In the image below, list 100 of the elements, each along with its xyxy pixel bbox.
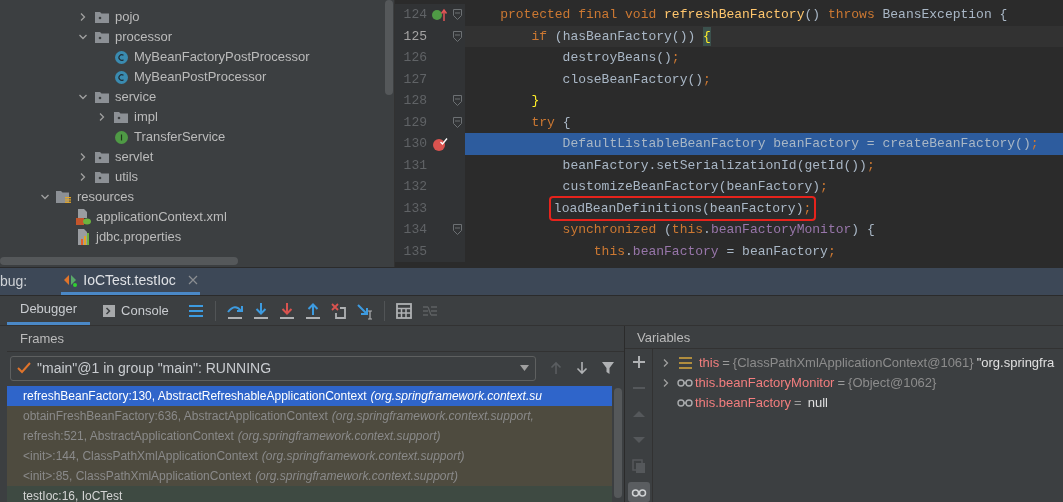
fold-marker-icon[interactable] xyxy=(453,9,462,21)
variable-value: null xyxy=(807,394,828,413)
code-token: ( xyxy=(664,221,672,239)
fold-marker-icon[interactable] xyxy=(453,30,462,42)
tree-item[interactable]: pojo xyxy=(115,7,140,27)
scrollbar-thumb[interactable] xyxy=(385,0,393,95)
tree-item[interactable]: MyBeanFactoryPostProcessor xyxy=(134,47,310,67)
code-token: this xyxy=(671,221,704,239)
console-icon xyxy=(103,304,116,317)
code-token: protected final void xyxy=(499,6,658,24)
equals-sign: = xyxy=(837,374,846,393)
code-token: beanFactory.setSerializationId(getId()) xyxy=(561,156,867,175)
tree-item[interactable]: servlet xyxy=(115,147,154,167)
chevron-down-icon[interactable] xyxy=(78,92,88,102)
code-token: DefaultListableBeanFactory beanFactory = createBeanFactory() xyxy=(561,135,1031,153)
watch-icon xyxy=(677,398,693,408)
code-token: if xyxy=(530,27,548,46)
watch-icon xyxy=(677,378,693,388)
chevron-right-icon[interactable] xyxy=(78,152,88,162)
calculator-icon[interactable] xyxy=(393,301,414,320)
folder-icon xyxy=(95,151,109,163)
code-token: = beanFactory xyxy=(725,242,828,261)
tree-item[interactable]: jdbc.properties xyxy=(96,227,182,247)
tree-item[interactable]: resources xyxy=(77,187,135,207)
filter-icon[interactable] xyxy=(600,360,616,376)
panel-title: Variables xyxy=(637,328,691,347)
thread-dropdown[interactable]: "main"@1 in group "main": RUNNING xyxy=(10,355,536,381)
panel-title: Frames xyxy=(20,329,65,348)
scrollbar-thumb[interactable] xyxy=(614,388,622,498)
code-token: refreshBeanFactory xyxy=(664,6,805,24)
code-token: ; xyxy=(803,200,812,216)
chevron-right-icon[interactable] xyxy=(97,112,107,122)
class-icon xyxy=(114,70,128,84)
code-token: synchronized xyxy=(561,221,658,239)
code-token: { xyxy=(703,26,711,46)
class-icon xyxy=(114,50,128,64)
chevron-down-icon[interactable] xyxy=(40,192,50,202)
variable-name: this xyxy=(699,354,720,373)
close-icon[interactable] xyxy=(187,275,198,285)
implements-icon[interactable] xyxy=(431,7,449,22)
variable-name: this.beanFactoryMonitor xyxy=(695,374,835,393)
chevron-right-icon[interactable] xyxy=(661,378,671,388)
code-token: BeansException { xyxy=(882,6,1008,24)
code-token: ; xyxy=(1030,135,1039,153)
run-to-cursor-icon[interactable] xyxy=(354,301,375,320)
code-token: customizeBeanFactory(beanFactory) xyxy=(561,178,821,196)
chevron-right-icon[interactable] xyxy=(661,358,671,368)
session-tab[interactable]: IoCTest.testIoc xyxy=(61,268,200,295)
fold-marker-icon[interactable] xyxy=(453,95,462,107)
check-icon xyxy=(17,362,31,374)
tree-item[interactable]: processor xyxy=(115,27,173,47)
code-token: throws xyxy=(827,6,876,24)
chevron-right-icon[interactable] xyxy=(78,12,88,22)
code-token: closeBeanFactory() xyxy=(561,70,704,89)
code-token: this xyxy=(592,242,626,261)
code-token: ; xyxy=(671,49,680,67)
code-token: { xyxy=(562,113,571,132)
equals-sign: = xyxy=(794,394,802,413)
variable-name: this.beanFactory xyxy=(695,394,792,413)
folder-icon xyxy=(114,111,128,123)
frame-row[interactable]: refreshBeanFactory:130, AbstractRefreshableApplicationContext (org.springframework.context.su xyxy=(7,386,612,406)
code-token: ) { xyxy=(851,221,875,239)
variable-value: "org.springfra xyxy=(976,354,1055,373)
tree-item[interactable]: utils xyxy=(115,167,139,187)
tree-item[interactable]: service xyxy=(115,87,157,107)
fold-marker-icon[interactable] xyxy=(453,224,462,236)
arrow-down-icon[interactable] xyxy=(574,360,590,376)
tree-item[interactable]: MyBeanPostProcessor xyxy=(134,67,267,87)
code-token: . xyxy=(625,242,633,261)
fold-marker-icon[interactable] xyxy=(453,116,462,128)
scrollbar-thumb[interactable] xyxy=(0,257,238,265)
panel-tab[interactable]: Debugger xyxy=(7,296,91,325)
tree-item[interactable]: impl xyxy=(134,107,158,127)
folder-icon xyxy=(95,11,109,23)
debug-run-icon xyxy=(63,273,78,287)
panel-label: bug: xyxy=(0,272,28,291)
panel-tab[interactable]: Console xyxy=(90,296,182,325)
code-token: ; xyxy=(827,242,836,261)
folder-icon xyxy=(95,91,109,103)
folder-icon xyxy=(95,31,109,43)
code-token: (hasBeanFactory()) xyxy=(554,27,697,46)
interface-icon xyxy=(114,130,128,144)
frame-row[interactable]: testIoc:16, IoCTest xyxy=(7,486,612,502)
line-number: 125 xyxy=(402,27,427,46)
chevron-down-icon[interactable] xyxy=(78,32,88,42)
tree-item[interactable]: TransferService xyxy=(134,127,226,147)
drop-frame-icon[interactable] xyxy=(328,301,349,320)
resource-folder-icon xyxy=(56,190,72,204)
code-token: destroyBeans() xyxy=(561,49,672,67)
tree-item[interactable]: applicationContext.xml xyxy=(96,207,227,227)
caret-icon xyxy=(520,365,529,371)
code-token: () xyxy=(804,6,822,24)
code-token: ; xyxy=(820,178,828,196)
code-token: beanFactoryMonitor xyxy=(710,221,852,239)
variable-value: {ClassPathXmlApplicationContext@1061} xyxy=(732,354,974,373)
code-token: ; xyxy=(703,70,711,89)
chevron-right-icon[interactable] xyxy=(78,172,88,182)
folder-icon xyxy=(95,171,109,183)
code-token: . xyxy=(703,221,711,239)
breakpoint-icon[interactable] xyxy=(432,136,448,151)
